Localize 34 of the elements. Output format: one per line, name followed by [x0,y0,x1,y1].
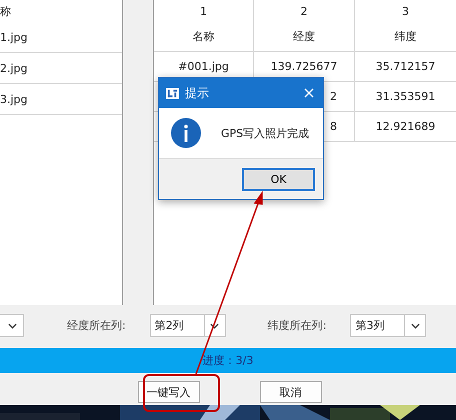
column-header: 纬度 [394,29,416,44]
dialog-message: GPS写入照片完成 [221,126,310,140]
close-icon [304,88,314,98]
file-name: 1.jpg [0,30,28,44]
chevron-down-icon [8,322,17,328]
column-number: 2 [300,4,308,18]
file-name: 3.jpg [0,92,28,106]
progress-text: 进度：3/3 [202,353,254,368]
column-header: 经度 [293,29,315,44]
chevron-down-icon [210,322,220,328]
column-header: 名称 [192,29,214,44]
column-number: 1 [200,4,207,18]
button[interactable]: 一键写入 [138,381,200,403]
table-cell: 12.921689 [376,120,436,133]
table-cell: 31.353591 [376,90,436,103]
table-cell: #001.jpg [178,60,229,73]
button[interactable]: 取消 [260,381,322,403]
app-logo-icon [166,88,179,98]
dropdown[interactable] [0,314,24,337]
table-cell: 35.712157 [376,60,436,73]
ok-button[interactable]: OK [242,168,315,190]
info-icon [171,118,201,148]
field-label: 经度所在列: [67,318,126,333]
field-label: 纬度所在列: [268,318,326,333]
table-cell: 2 [330,90,337,103]
file-name: 2.jpg [0,62,28,74]
table-cell: 139.725677 [270,60,338,73]
dropdown[interactable]: 第3列 [350,314,426,337]
chevron-down-icon [410,322,420,328]
column-number: 3 [402,4,409,18]
table-cell: 8 [330,120,337,133]
dialog-title: 提示 [185,84,210,102]
dropdown[interactable]: 第2列 [150,314,226,337]
column-header: 称 [0,4,11,18]
